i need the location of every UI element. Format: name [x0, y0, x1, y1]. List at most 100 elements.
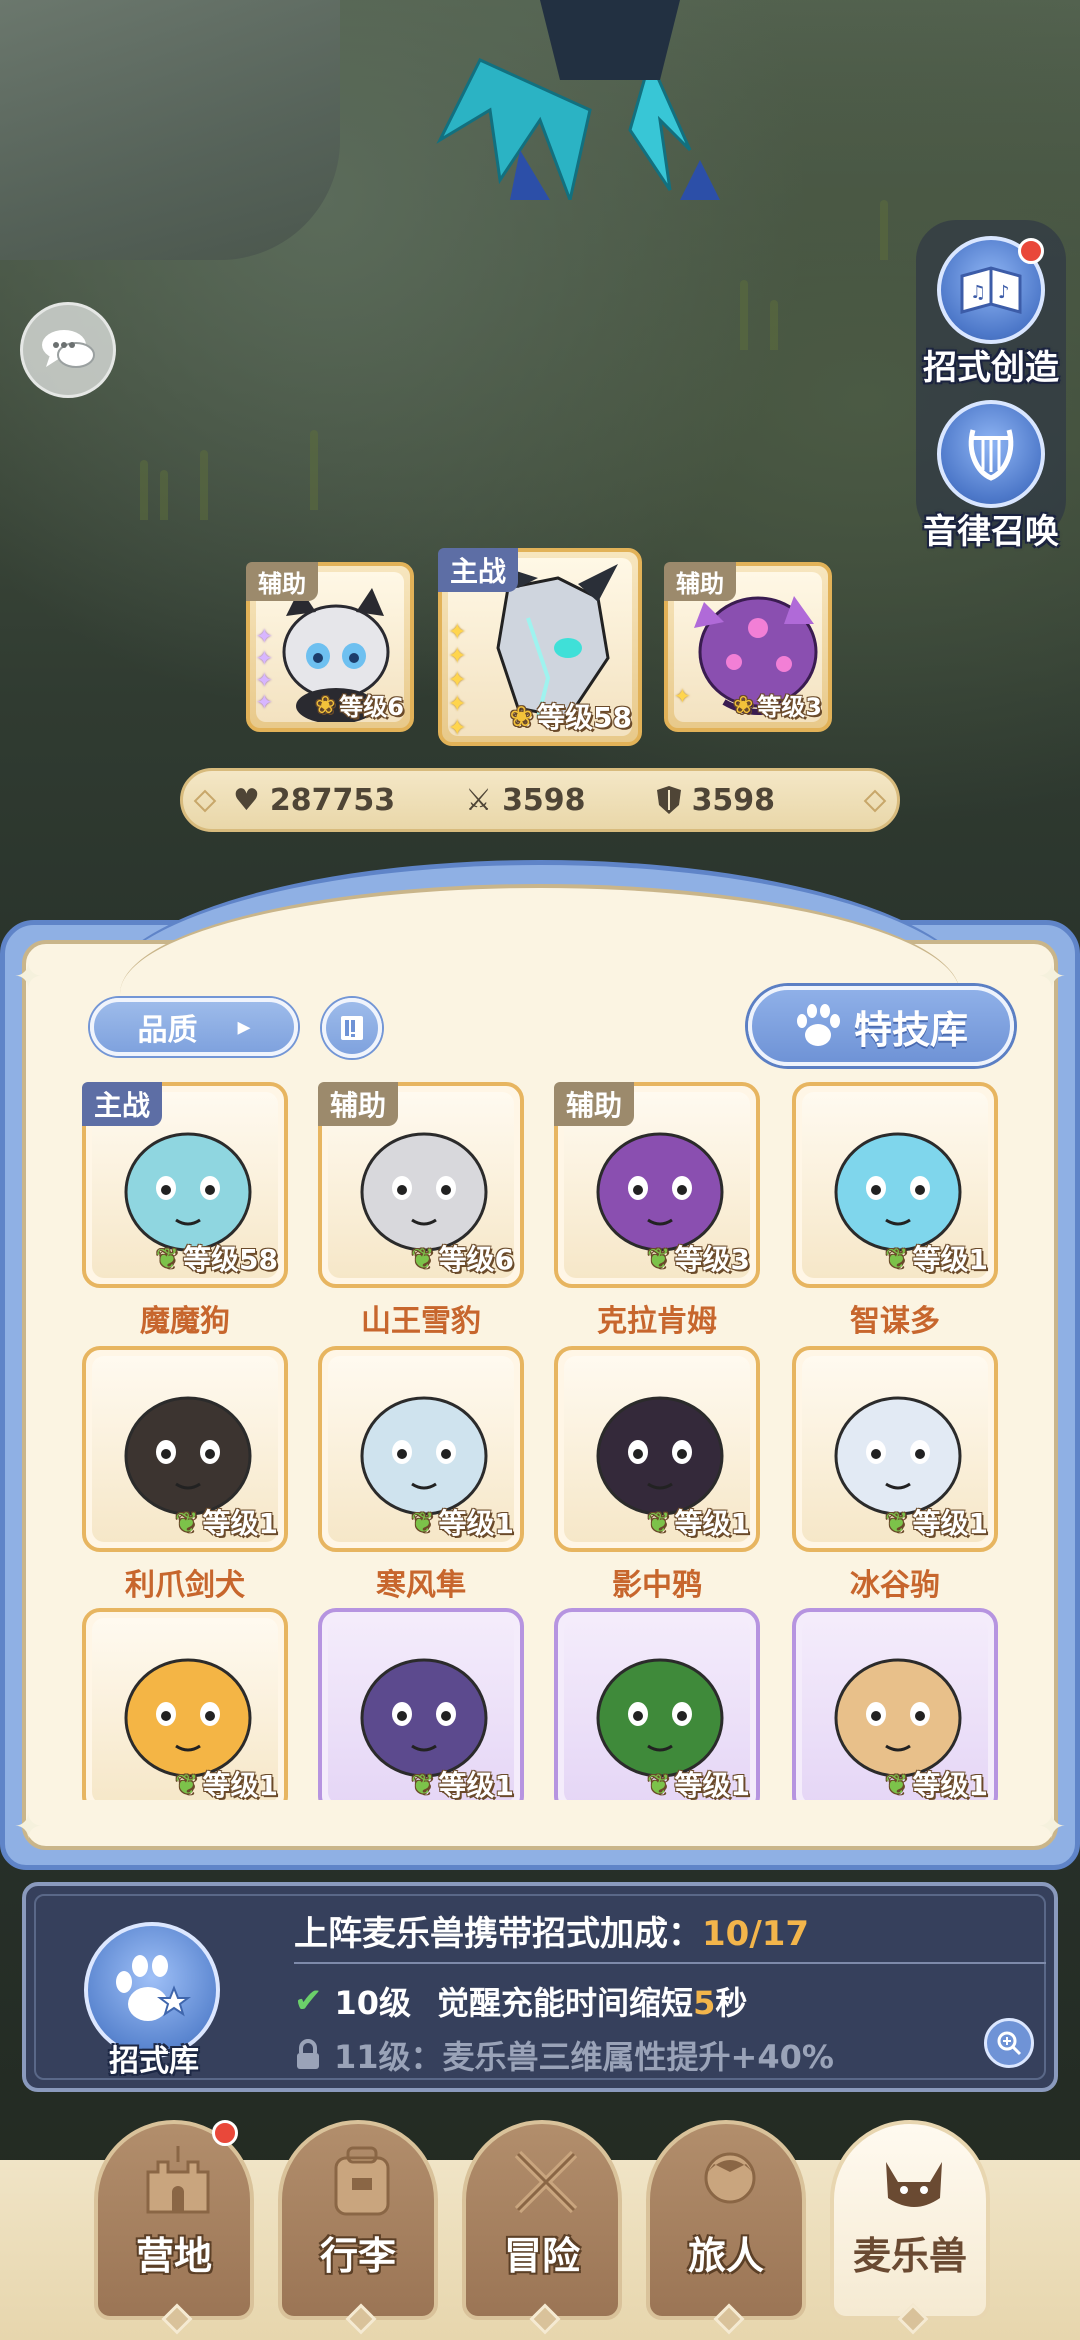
pet-card[interactable]: ❦ 等级1	[554, 1346, 760, 1552]
role-tag: 辅助	[664, 562, 736, 601]
level-text: 等级1	[912, 1243, 988, 1276]
nav-tab-1[interactable]: 行李	[278, 2120, 438, 2335]
level-text: 等级1	[438, 1507, 514, 1540]
leaf-level-icon: ❦	[175, 1505, 199, 1539]
lock-icon	[297, 2039, 319, 2069]
role-tag: 辅助	[246, 562, 318, 601]
nav-tab-3[interactable]: 旅人	[646, 2120, 806, 2335]
team-slot-center[interactable]: 主战 ✦ ✦ ✦ ✦ ✦ ❀ 等级58	[438, 548, 642, 746]
pet-card-cell[interactable]: 辅助 ❦ 等级3 克拉肯姆	[554, 1082, 760, 1340]
defense-stat: 3598	[656, 782, 776, 818]
nav-tab-label: 行李	[319, 2234, 396, 2278]
pet-card[interactable]: 辅助 ❦ 等级6	[318, 1082, 524, 1288]
corner-star-icon: ✦	[14, 1807, 43, 1847]
melody-summon-button[interactable]: 音律召唤	[916, 400, 1066, 553]
triangle-right-icon: ▸	[237, 1012, 251, 1042]
decor-diamond	[193, 789, 217, 813]
leaf-level-icon: ❦	[411, 1241, 435, 1275]
nav-tab-2[interactable]: 冒险	[462, 2120, 622, 2335]
pet-card-cell[interactable]: ❦ 等级1 利爪剑犬	[82, 1346, 288, 1604]
skill-bonus-panel: 招式库 上阵麦乐兽携带招式加成：10/17 ✔ 10级 觉醒充能时间缩短5秒 1…	[22, 1882, 1058, 2092]
pet-card[interactable]: ❦ 等级1	[82, 1608, 288, 1800]
pet-card-cell[interactable]: ❦ 等级1 寒风隼	[318, 1346, 524, 1604]
pet-card[interactable]: ❦ 等级1	[792, 1346, 998, 1552]
pet-card[interactable]: ❦ 等级1	[792, 1082, 998, 1288]
leaf-level-icon: ❦	[885, 1767, 909, 1801]
crossed-swords-icon: ⚔	[465, 782, 493, 818]
pet-card-cell[interactable]: 辅助 ❦ 等级6 山王雪豹	[318, 1082, 524, 1340]
pet-card[interactable]: ❦ 等级1	[318, 1346, 524, 1552]
checkmark-icon: ✔	[294, 1981, 323, 2021]
level-text: 等级1	[202, 1769, 278, 1800]
skill-create-button[interactable]: ♫ ♪ 招式创造	[916, 236, 1066, 389]
attack-stat: ⚔ 3598	[465, 783, 585, 818]
lyre-icon	[937, 400, 1045, 508]
level-text: 等级6	[339, 693, 404, 721]
paw-icon	[796, 1004, 840, 1046]
role-tag: 主战	[82, 1082, 163, 1126]
pet-card[interactable]: ❦ 等级1	[82, 1346, 288, 1552]
skill-library-button[interactable]: 特技库	[748, 986, 1014, 1066]
quality-filter-label: 品质	[137, 1013, 198, 1048]
pet-card[interactable]: 主战 ❦ 等级58	[82, 1082, 288, 1288]
level-text: 等级58	[537, 701, 632, 734]
level-badge: ❦ 等级58	[156, 1238, 278, 1278]
traveler-icon	[704, 2152, 756, 2204]
pet-card[interactable]: ❦ 等级1	[792, 1608, 998, 1800]
team-stats-bar: ♥ 287753 ⚔ 3598 3598	[180, 768, 900, 832]
leaf-level-icon: ❦	[647, 1241, 671, 1275]
nav-tab-0[interactable]: 营地	[94, 2120, 254, 2335]
castle-icon	[146, 2146, 210, 2214]
level-text: 等级3	[757, 693, 822, 721]
level-badge: ❦ 等级1	[885, 1238, 988, 1278]
tier-value: 5	[693, 1984, 716, 2022]
hp-value: 287753	[269, 782, 396, 818]
shield-icon	[656, 786, 681, 814]
pet-name: 克拉肯姆	[597, 1304, 717, 1339]
pet-card-cell[interactable]: 主战 ❦ 等级58 魔魔狗	[82, 1082, 288, 1340]
tier-desc-end: 秒	[715, 1984, 748, 2022]
pet-name: 冰谷驹	[850, 1568, 940, 1603]
pet-card-cell[interactable]: ❦ 等级1	[318, 1608, 524, 1800]
rock-terrain	[0, 0, 340, 260]
pet-card-cell[interactable]: ❦ 等级1	[82, 1608, 288, 1800]
codex-button[interactable]	[322, 998, 382, 1058]
level-badge: ❦ 等级6	[411, 1238, 514, 1278]
notification-dot	[212, 2120, 238, 2146]
leaf-level-icon: ❦	[647, 1767, 671, 1801]
side-menu: ♫ ♪ 招式创造 音律召唤	[916, 220, 1066, 552]
pet-card[interactable]: 辅助 ❦ 等级3	[554, 1082, 760, 1288]
chat-button[interactable]	[20, 302, 116, 398]
level-badge: ❦ 等级1	[411, 1502, 514, 1542]
pet-card-cell[interactable]: ❦ 等级1 冰谷驹	[792, 1346, 998, 1604]
pet-card[interactable]: ❦ 等级1	[554, 1608, 760, 1800]
pet-card-cell[interactable]: ❦ 等级1	[792, 1608, 998, 1800]
level-text: 等级1	[674, 1769, 750, 1800]
svg-text:♫: ♫	[970, 282, 986, 303]
backpack-icon	[334, 2146, 390, 2216]
nav-tab-4[interactable]: 麦乐兽	[830, 2120, 990, 2335]
leaf-level-icon: ❀	[733, 690, 754, 719]
level-text: 等级1	[912, 1769, 988, 1800]
leaf-level-icon: ❀	[509, 699, 534, 733]
level-badge: ❀ 等级6	[315, 687, 404, 722]
cat-pet-icon	[886, 2162, 942, 2207]
zoom-details-button[interactable]	[984, 2018, 1034, 2068]
quality-filter-button[interactable]: 品质 ▸	[90, 998, 298, 1056]
defense-value: 3598	[691, 782, 776, 818]
role-tag: 辅助	[554, 1082, 635, 1126]
leaf-level-icon: ❦	[175, 1767, 199, 1801]
corner-star-icon: ✦	[1037, 957, 1067, 997]
level-badge: ❀ 等级3	[733, 687, 822, 722]
team-slot-left[interactable]: 辅助 ✦ ✦ ✦ ✦ ❀ 等级6	[246, 562, 414, 732]
pet-card-cell[interactable]: ❦ 等级1	[554, 1608, 760, 1800]
level-badge: ❦ 等级1	[647, 1764, 750, 1801]
level-text: 等级6	[438, 1243, 514, 1276]
paw-star-icon	[116, 1955, 191, 2021]
pet-card-cell[interactable]: ❦ 等级1 影中鸦	[554, 1346, 760, 1604]
pet-card[interactable]: ❦ 等级1	[318, 1608, 524, 1800]
team-slot-right[interactable]: 辅助 ✦ ❀ 等级3	[664, 562, 832, 732]
pet-card-cell[interactable]: ❦ 等级1 智谋多	[792, 1082, 998, 1340]
skill-library-shortcut-label: 招式库	[109, 2044, 199, 2079]
level-badge: ❦ 等级1	[411, 1764, 514, 1801]
